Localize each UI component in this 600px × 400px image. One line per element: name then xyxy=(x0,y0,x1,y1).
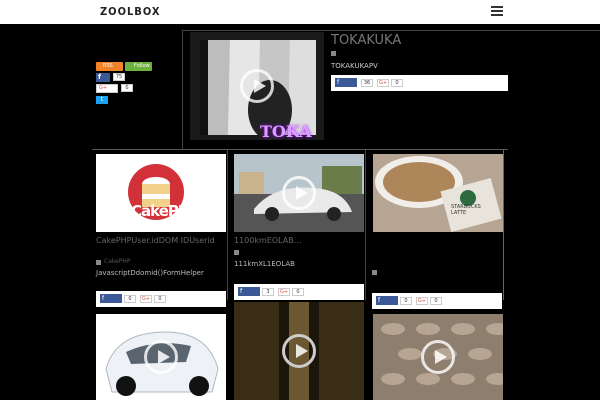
follow-button[interactable]: Follow xyxy=(125,62,152,71)
facebook-share-button[interactable]: f xyxy=(100,294,122,303)
gplus-share-button[interactable]: G+ xyxy=(416,297,428,305)
post-excerpt: JavascriptDdomid()FormHelper xyxy=(96,269,204,277)
post-thumbnail[interactable]: STARBUCKS LATTE xyxy=(373,154,503,232)
site-logo[interactable]: ZOOLBOX xyxy=(100,5,161,18)
post-title[interactable]: 1100kmEOLAB... xyxy=(234,236,364,246)
facebook-share-button[interactable]: f xyxy=(238,287,260,296)
rss-button[interactable]: RSS xyxy=(96,62,123,71)
gplus-share-count: 0 xyxy=(154,295,166,303)
post-share-bar: f 0 G+ 0 xyxy=(372,293,502,309)
menu-icon[interactable] xyxy=(491,6,503,18)
gplus-share-count: 0 xyxy=(430,297,442,305)
gplus-count: 0 xyxy=(121,84,133,92)
post-tag[interactable]: CakePHP xyxy=(104,258,131,265)
feature-divider xyxy=(182,30,600,31)
tag-icon xyxy=(331,51,336,56)
post-thumbnail[interactable]: CakePHP xyxy=(96,154,226,232)
gplus-share-button[interactable]: G+ xyxy=(377,79,389,87)
post-share-bar: f 0 G+ 0 xyxy=(96,291,226,307)
facebook-share-button[interactable]: f xyxy=(376,296,398,305)
play-icon[interactable] xyxy=(282,176,316,210)
facebook-share-count: 0 xyxy=(400,297,412,305)
top-navbar: ZOOLBOX xyxy=(0,0,600,24)
play-icon[interactable] xyxy=(240,69,274,103)
post-video-thumbnail[interactable] xyxy=(96,314,226,400)
gplus-share-count: 0 xyxy=(292,288,304,296)
facebook-share-count: 0 xyxy=(124,295,136,303)
post-card: STARBUCKS LATTE f 0 G+ 0 xyxy=(368,150,504,309)
play-icon[interactable] xyxy=(144,340,178,374)
facebook-share-count: 3 xyxy=(262,288,274,296)
gplus-share-count: 0 xyxy=(391,79,403,87)
gplus-share-button[interactable]: G+ xyxy=(140,295,152,303)
post-video-thumbnail[interactable] xyxy=(234,154,364,232)
feature-video-thumbnail[interactable]: TOKA xyxy=(190,32,324,140)
post-title[interactable]: CakePHPUser.idDOM IDUserid xyxy=(96,236,226,246)
play-icon[interactable] xyxy=(282,334,316,368)
facebook-icon[interactable]: f xyxy=(96,73,110,82)
facebook-count: 75 xyxy=(113,73,125,81)
tag-icon xyxy=(234,250,239,255)
post-video-thumbnail[interactable] xyxy=(234,302,364,400)
post-excerpt: 111kmXL1EOLAB xyxy=(234,260,295,268)
gplus-share-button[interactable]: G+ xyxy=(278,288,290,296)
cakephp-text: CakePHP xyxy=(131,202,200,220)
facebook-share-button[interactable]: f xyxy=(335,78,357,87)
facebook-share-count: 36 xyxy=(361,79,373,87)
post-card: CakePHP CakePHPUser.idDOM IDUserid CakeP… xyxy=(92,150,228,307)
gplus-button[interactable]: G+ xyxy=(96,84,118,93)
post-card: 1100kmEOLAB... 111kmXL1EOLAB f 3 G+ 0 xyxy=(230,150,366,300)
twitter-icon[interactable]: t xyxy=(96,96,108,104)
feature-tag[interactable]: TOKAKUKAPV xyxy=(331,62,378,70)
post-video-thumbnail[interactable] xyxy=(373,314,503,400)
feature-divider-vertical xyxy=(182,30,183,150)
post-share-bar: f 3 G+ 0 xyxy=(234,284,364,300)
feature-share-bar: f 36 G+ 0 xyxy=(331,75,508,91)
feature-title[interactable]: TOKAKUKA xyxy=(331,33,401,48)
play-icon[interactable] xyxy=(421,340,455,374)
tag-icon xyxy=(96,260,101,265)
feature-image-text: TOKA xyxy=(260,122,312,140)
coffee-image xyxy=(373,154,503,232)
coffee-cup-text: STARBUCKS LATTE xyxy=(451,204,481,216)
tag-icon xyxy=(372,270,377,275)
cakephp-logo xyxy=(96,154,226,232)
